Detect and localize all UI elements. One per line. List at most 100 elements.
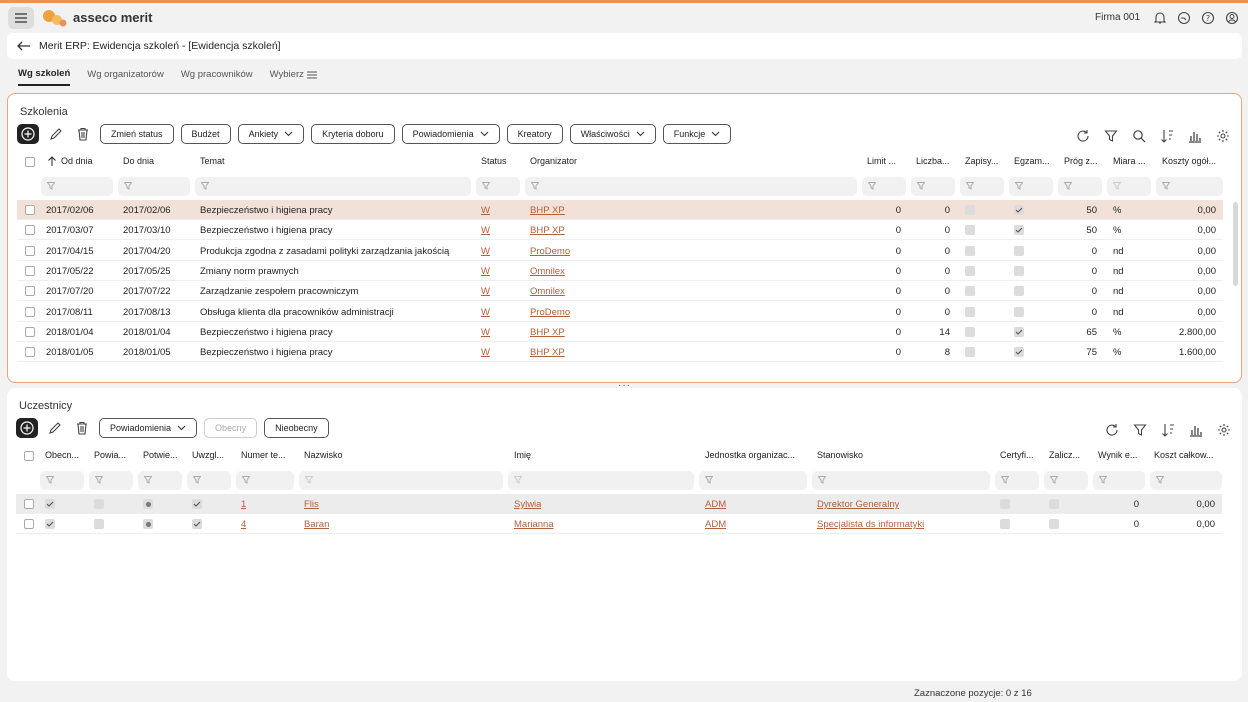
cell-status-link[interactable]: W bbox=[481, 205, 490, 216]
col-do-dnia[interactable]: Do dnia bbox=[123, 156, 154, 166]
filter-cell[interactable] bbox=[812, 471, 990, 490]
cell-status-link[interactable]: W bbox=[481, 327, 490, 338]
filter-cell[interactable] bbox=[187, 471, 231, 490]
col-stanowisko[interactable]: Stanowisko bbox=[817, 450, 863, 460]
chart-icon[interactable] bbox=[1185, 126, 1205, 146]
cell-stanowisko-link[interactable]: Dyrektor Generalny bbox=[817, 499, 899, 510]
filter-cell[interactable] bbox=[995, 471, 1039, 490]
filter-cell[interactable] bbox=[525, 177, 857, 196]
edit-icon[interactable] bbox=[45, 418, 65, 438]
table-row[interactable]: 2018/01/05 2018/01/05 Bezpieczeństwo i hig… bbox=[17, 342, 1223, 363]
zmien-status-button[interactable]: Zmień status bbox=[100, 124, 174, 144]
table-row[interactable]: 4 Baran Marianna ADM Specjalista ds informat… bbox=[16, 514, 1222, 534]
cell-jednostka-link[interactable]: ADM bbox=[705, 519, 726, 530]
powiadomienia-dropdown[interactable]: Powiadomienia bbox=[99, 418, 198, 438]
budzet-button[interactable]: Budżet bbox=[180, 124, 231, 144]
help-icon[interactable]: ? bbox=[1200, 10, 1216, 26]
sort-asc-icon[interactable] bbox=[47, 156, 57, 169]
menu-button[interactable] bbox=[8, 6, 34, 29]
brand-logo[interactable]: asseco merit bbox=[42, 8, 153, 28]
delete-icon[interactable] bbox=[72, 418, 92, 438]
search-icon[interactable] bbox=[1129, 126, 1149, 146]
filter-cell[interactable] bbox=[476, 177, 520, 196]
cell-organizator-link[interactable]: ProDemo bbox=[530, 307, 570, 318]
filter-cell[interactable] bbox=[195, 177, 471, 196]
table-row[interactable]: 2017/07/20 2017/07/22 Zarządzanie zespołem… bbox=[17, 281, 1223, 302]
table-row[interactable]: 2017/03/07 2017/03/10 Bezpieczeństwo i hig… bbox=[17, 220, 1223, 241]
filter-cell[interactable] bbox=[508, 471, 694, 490]
cell-organizator-link[interactable]: Omnilex bbox=[530, 286, 565, 297]
filter-cell[interactable] bbox=[41, 177, 113, 196]
cell-status-link[interactable]: W bbox=[481, 225, 490, 236]
row-checkbox[interactable] bbox=[25, 286, 35, 297]
filter-cell[interactable] bbox=[138, 471, 182, 490]
cell-status-link[interactable]: W bbox=[481, 286, 490, 297]
support-icon[interactable] bbox=[1176, 10, 1192, 26]
cell-numer-link[interactable]: 1 bbox=[241, 499, 246, 510]
row-checkbox[interactable] bbox=[24, 519, 34, 529]
filter-cell[interactable] bbox=[118, 177, 190, 196]
col-limit[interactable]: Limit ... bbox=[867, 156, 907, 166]
filter-cell[interactable] bbox=[1150, 471, 1222, 490]
tab-wybierz[interactable]: Wybierz bbox=[270, 68, 317, 86]
table-row[interactable]: 2017/08/11 2017/08/13 Obsługa klienta dla … bbox=[17, 302, 1223, 322]
select-all-checkbox[interactable] bbox=[25, 157, 35, 167]
add-button[interactable] bbox=[17, 124, 39, 144]
cell-status-link[interactable]: W bbox=[481, 246, 490, 257]
row-checkbox[interactable] bbox=[25, 326, 35, 337]
cell-stanowisko-link[interactable]: Specjalista ds informatyki bbox=[817, 519, 924, 530]
cell-organizator-link[interactable]: ProDemo bbox=[530, 246, 570, 257]
chart-icon[interactable] bbox=[1186, 420, 1206, 440]
col-jednostka[interactable]: Jednostka organizac... bbox=[705, 450, 811, 460]
col-wynik[interactable]: Wynik e... bbox=[1098, 450, 1148, 460]
obecny-button[interactable]: Obecny bbox=[204, 418, 258, 438]
row-checkbox[interactable] bbox=[24, 499, 34, 509]
col-egzam[interactable]: Egzam... bbox=[1014, 156, 1054, 166]
col-prog[interactable]: Próg z... bbox=[1064, 156, 1104, 166]
table-row[interactable]: 2017/04/15 2017/04/20 Produkcja zgodna z z… bbox=[17, 241, 1223, 261]
tab-wg-szkolen[interactable]: Wg szkoleń bbox=[18, 68, 71, 86]
filter-icon[interactable] bbox=[1101, 126, 1121, 146]
col-status[interactable]: Status bbox=[481, 156, 507, 166]
filter-cell[interactable] bbox=[911, 177, 955, 196]
refresh-icon[interactable] bbox=[1073, 126, 1093, 146]
filter-cell[interactable] bbox=[862, 177, 906, 196]
table-row[interactable]: 2017/02/06 2017/02/06 Bezpieczeństwo i hig… bbox=[17, 200, 1223, 220]
filter-cell[interactable] bbox=[1093, 471, 1145, 490]
user-icon[interactable] bbox=[1224, 10, 1240, 26]
settings-icon[interactable] bbox=[1213, 126, 1233, 146]
col-nazwisko[interactable]: Nazwisko bbox=[304, 450, 343, 460]
table-row[interactable]: 2017/05/22 2017/05/25 Zmiany norm prawnych… bbox=[17, 261, 1223, 281]
col-organizator[interactable]: Organizator bbox=[530, 156, 577, 166]
col-od-dnia[interactable]: Od dnia bbox=[61, 156, 93, 166]
col-imie[interactable]: Imię bbox=[514, 450, 531, 460]
filter-cell[interactable] bbox=[699, 471, 807, 490]
row-checkbox[interactable] bbox=[25, 347, 35, 358]
cell-imie-link[interactable]: Marianna bbox=[514, 519, 554, 530]
cell-nazwisko-link[interactable]: Baran bbox=[304, 519, 329, 530]
edit-icon[interactable] bbox=[46, 124, 66, 144]
row-checkbox[interactable] bbox=[25, 245, 35, 256]
filter-cell[interactable] bbox=[236, 471, 294, 490]
powiadomienia-dropdown[interactable]: Powiadomienia bbox=[401, 124, 500, 144]
cell-organizator-link[interactable]: Omnilex bbox=[530, 266, 565, 277]
cell-organizator-link[interactable]: BHP XP bbox=[530, 225, 565, 236]
col-uwzgledniony[interactable]: Uwzgl... bbox=[192, 450, 234, 460]
col-zapisy[interactable]: Zapisy... bbox=[965, 156, 1005, 166]
settings-icon[interactable] bbox=[1214, 420, 1234, 440]
filter-cell[interactable] bbox=[1107, 177, 1151, 196]
col-liczba[interactable]: Liczba... bbox=[916, 156, 956, 166]
kreatory-button[interactable]: Kreatory bbox=[506, 124, 563, 144]
select-all-checkbox[interactable] bbox=[24, 451, 34, 461]
table-row[interactable]: 1 Flis Sylwia ADM Dyrektor Generalny 0 0,00 bbox=[16, 494, 1222, 514]
row-checkbox[interactable] bbox=[25, 225, 35, 236]
wlasciwosci-dropdown[interactable]: Właściwości bbox=[569, 124, 656, 144]
col-temat[interactable]: Temat bbox=[200, 156, 225, 166]
bell-icon[interactable] bbox=[1152, 10, 1168, 26]
sort-icon[interactable] bbox=[1157, 126, 1177, 146]
col-powiadomiony[interactable]: Powia... bbox=[94, 450, 136, 460]
filter-cell[interactable] bbox=[299, 471, 503, 490]
filter-cell[interactable] bbox=[1044, 471, 1088, 490]
back-arrow-icon[interactable] bbox=[17, 41, 31, 51]
filter-cell[interactable] bbox=[40, 471, 84, 490]
